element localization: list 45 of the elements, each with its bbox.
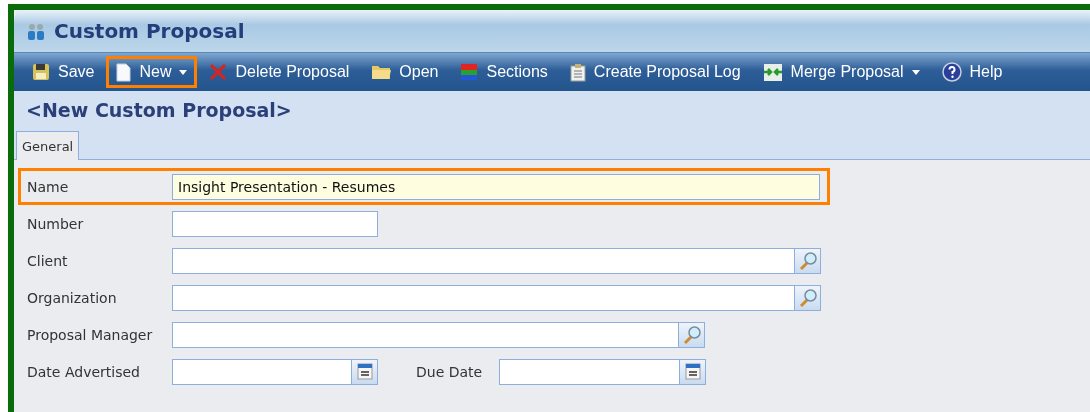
toolbar-button[interactable]: Help (931, 56, 1013, 88)
toolbar-button[interactable]: Create Proposal Log (559, 56, 751, 88)
color-blocks-icon (460, 63, 479, 81)
merge-arrows-icon (762, 62, 783, 82)
field-label: Name (27, 178, 70, 195)
search-button[interactable] (795, 247, 821, 274)
caret-icon (911, 69, 920, 75)
field-label: Organization (27, 289, 118, 306)
search-icon (797, 287, 818, 308)
help-icon (941, 62, 962, 82)
caret-icon (179, 69, 188, 75)
date-field[interactable] (499, 358, 680, 385)
toolbar-button[interactable]: Open (361, 56, 449, 88)
field-label: Proposal Manager (27, 326, 154, 343)
field-label: Due Date (416, 363, 484, 380)
field-label: Client (27, 252, 69, 269)
record-heading: <New Custom Proposal> (26, 99, 292, 121)
field-label: Date Advertised (27, 363, 141, 380)
calendar-button[interactable] (680, 358, 706, 385)
date-field[interactable] (172, 358, 352, 385)
search-icon (797, 250, 818, 271)
search-button[interactable] (679, 321, 705, 348)
toolbar-button[interactable]: Delete Proposal (199, 56, 360, 88)
lookup-field[interactable] (172, 247, 795, 274)
search-button[interactable] (795, 284, 821, 311)
toolbar-button[interactable]: Merge Proposal (752, 56, 930, 88)
lookup-field[interactable] (172, 321, 679, 348)
search-icon (681, 324, 702, 345)
calendar-icon (356, 363, 373, 380)
clipboard-icon (569, 62, 586, 82)
blank-page-icon (116, 62, 132, 82)
cross-icon (209, 63, 228, 81)
calendar-button[interactable] (352, 358, 378, 385)
window-title: Custom Proposal (54, 19, 245, 43)
input-field[interactable] (172, 210, 378, 237)
toolbar-button[interactable]: Sections (450, 56, 558, 88)
lookup-field[interactable] (172, 284, 795, 311)
field-label: Number (27, 215, 85, 232)
toolbar-button[interactable]: New (106, 56, 198, 88)
toolbar-button[interactable]: Save (22, 56, 105, 88)
people-icon (26, 21, 46, 41)
calendar-icon (684, 363, 701, 380)
input-field[interactable]: Insight Presentation - Resumes (172, 173, 820, 200)
folder-icon (371, 64, 392, 80)
tab[interactable]: General (16, 131, 80, 160)
